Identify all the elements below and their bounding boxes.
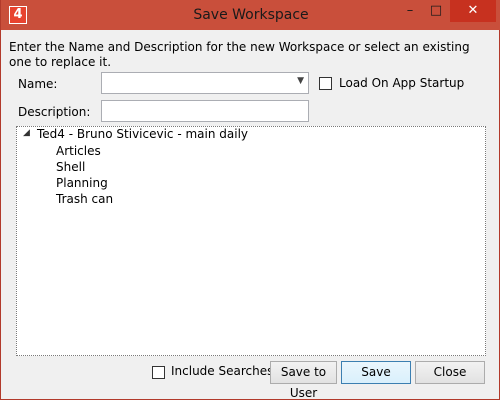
tree-item[interactable]: Trash can — [56, 192, 113, 206]
name-combobox[interactable]: ▼ — [101, 72, 309, 94]
workspace-tree[interactable] — [16, 126, 486, 356]
chevron-down-icon[interactable]: ▼ — [297, 76, 304, 86]
save-workspace-dialog: 4 Save Workspace – □ ✕ Enter the Name an… — [0, 0, 500, 400]
name-label: Name: — [18, 77, 58, 91]
close-button[interactable]: Close — [415, 361, 485, 384]
minimize-button[interactable]: – — [397, 0, 423, 22]
save-to-user-button[interactable]: Save to User — [270, 361, 337, 400]
maximize-button[interactable]: □ — [423, 0, 449, 22]
save-button[interactable]: Save — [341, 361, 411, 384]
description-field[interactable] — [101, 100, 309, 122]
instructions-text: Enter the Name and Description for the n… — [9, 40, 470, 69]
tree-item[interactable]: Articles — [56, 144, 101, 158]
expand-collapse-icon[interactable]: ◢ — [23, 128, 30, 138]
include-searches-checkbox[interactable] — [152, 366, 165, 379]
description-label: Description: — [18, 105, 91, 119]
tree-item[interactable]: Shell — [56, 160, 85, 174]
load-on-startup-checkbox[interactable] — [319, 77, 332, 90]
tree-root-item[interactable]: Ted4 - Bruno Stivicevic - main daily — [37, 127, 248, 141]
close-window-button[interactable]: ✕ — [450, 0, 496, 22]
include-searches-label[interactable]: Include Searches — [171, 364, 273, 378]
load-on-startup-label[interactable]: Load On App Startup — [339, 76, 464, 90]
tree-item[interactable]: Planning — [56, 176, 108, 190]
title-bar[interactable]: 4 Save Workspace – □ ✕ — [1, 0, 500, 30]
